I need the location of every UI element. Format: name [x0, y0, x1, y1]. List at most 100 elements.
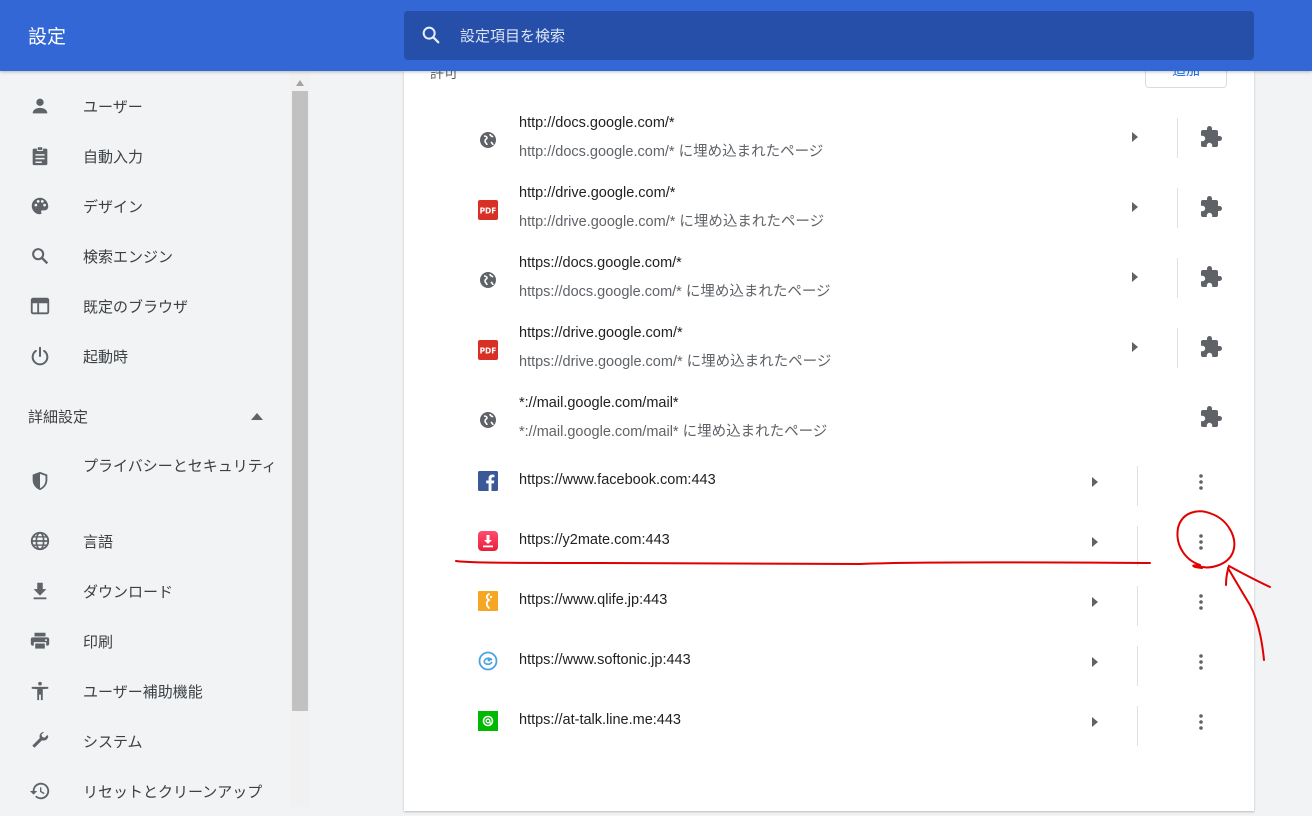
row-separator	[1137, 586, 1138, 626]
top-bar: 設定	[0, 0, 1312, 71]
wrench-icon	[32, 731, 49, 748]
row-separator	[1137, 706, 1138, 746]
palette-icon	[31, 197, 49, 215]
browser-window-icon	[30, 297, 50, 315]
list-item[interactable]: PDF http://drive.google.com/* http://dri…	[404, 176, 1254, 246]
sidebar-item-printing[interactable]: 印刷	[0, 616, 290, 666]
arrow-right-icon[interactable]	[1131, 272, 1139, 282]
restore-icon	[29, 782, 50, 800]
list-item[interactable]: PDF https://drive.google.com/* https://d…	[404, 316, 1254, 386]
facebook-icon	[478, 471, 498, 491]
more-vert-icon[interactable]	[1191, 472, 1211, 492]
arrow-right-icon[interactable]	[1091, 657, 1099, 667]
arrow-right-icon[interactable]	[1131, 202, 1139, 212]
shield-icon	[32, 471, 48, 491]
row-separator	[1177, 258, 1178, 298]
settings-search-box[interactable]	[404, 11, 1254, 60]
sidebar-item-label: ユーザー補助機能	[83, 683, 203, 701]
arrow-right-icon[interactable]	[1091, 537, 1099, 547]
row-separator	[1177, 328, 1178, 368]
content-settings-card: 許可 追加 http://docs.google.com/* http://do…	[404, 61, 1254, 811]
sidebar-item-label: 言語	[83, 533, 114, 551]
sidebar-item-downloads[interactable]: ダウンロード	[0, 566, 290, 616]
y2mate-download-icon	[478, 531, 498, 551]
advanced-section-toggle[interactable]: 詳細設定	[28, 405, 288, 429]
accessibility-icon	[31, 681, 49, 701]
svg-text:PDF: PDF	[480, 347, 497, 356]
scroll-up-arrow-icon[interactable]	[296, 80, 304, 86]
sidebar-item-accessibility[interactable]: ユーザー補助機能	[0, 666, 290, 716]
sidebar-item-label: 検索エンジン	[83, 248, 174, 266]
row-title: *://mail.google.com/mail*	[519, 395, 679, 411]
sidebar-item-label: ダウンロード	[83, 583, 174, 601]
sidebar-scrollbar[interactable]	[290, 71, 310, 807]
sidebar-item-privacy[interactable]: プライバシーとセキュリティ	[0, 456, 290, 506]
qlife-icon	[478, 591, 498, 611]
list-item[interactable]: https://at-talk.line.me:443	[404, 696, 1254, 756]
sidebar-item-label: 既定のブラウザ	[83, 298, 189, 316]
sidebar-item-user[interactable]: ユーザー	[0, 81, 290, 131]
arrow-right-icon[interactable]	[1131, 342, 1139, 352]
scroll-thumb[interactable]	[292, 91, 308, 711]
more-vert-icon[interactable]	[1191, 532, 1211, 552]
extension-puzzle-icon[interactable]	[1199, 335, 1223, 359]
sidebar-item-label: デザイン	[83, 198, 144, 216]
extension-puzzle-icon[interactable]	[1199, 265, 1223, 289]
arrow-right-icon[interactable]	[1091, 717, 1099, 727]
row-separator	[1137, 526, 1138, 566]
list-item[interactable]: http://docs.google.com/* http://docs.goo…	[404, 106, 1254, 176]
row-subtitle: http://drive.google.com/* に埋め込まれたページ	[519, 214, 825, 230]
clipboard-icon	[32, 146, 48, 166]
advanced-heading: 詳細設定	[28, 408, 89, 426]
printer-icon	[30, 632, 50, 650]
sidebar-item-languages[interactable]: 言語	[0, 516, 290, 566]
row-title: http://docs.google.com/*	[519, 115, 675, 131]
page-title: 設定	[28, 26, 67, 48]
search-input[interactable]	[460, 11, 1220, 60]
sidebar-item-autofill[interactable]: 自動入力	[0, 131, 290, 181]
row-separator	[1177, 188, 1178, 228]
more-vert-icon[interactable]	[1191, 592, 1211, 612]
globe-icon	[480, 272, 496, 288]
arrow-right-icon[interactable]	[1091, 597, 1099, 607]
list-item[interactable]: https://www.softonic.jp:443	[404, 636, 1254, 696]
sidebar-item-label: 自動入力	[83, 148, 144, 166]
arrow-right-icon[interactable]	[1091, 477, 1099, 487]
globe-icon	[480, 132, 496, 148]
list-item[interactable]: https://www.facebook.com:443	[404, 456, 1254, 516]
pdf-icon: PDF	[478, 200, 498, 220]
softonic-icon	[478, 651, 498, 671]
row-subtitle: https://drive.google.com/* に埋め込まれたページ	[519, 354, 832, 370]
globe-icon	[30, 531, 50, 551]
list-item[interactable]: https://docs.google.com/* https://docs.g…	[404, 246, 1254, 316]
row-title: https://y2mate.com:443	[519, 532, 670, 548]
list-item[interactable]: https://y2mate.com:443	[404, 516, 1254, 576]
row-subtitle: *://mail.google.com/mail* に埋め込まれたページ	[519, 424, 828, 440]
sidebar-item-label: リセットとクリーンアップ	[83, 783, 263, 801]
globe-icon	[480, 412, 496, 428]
sidebar-item-search-engine[interactable]: 検索エンジン	[0, 231, 290, 281]
caret-up-icon	[251, 413, 263, 420]
svg-text:PDF: PDF	[480, 207, 497, 216]
sidebar-item-label: システム	[83, 733, 143, 751]
row-separator	[1137, 646, 1138, 686]
row-subtitle: http://docs.google.com/* に埋め込まれたページ	[519, 144, 824, 160]
sidebar-item-appearance[interactable]: デザイン	[0, 181, 290, 231]
sidebar-item-reset[interactable]: リセットとクリーンアップ	[0, 766, 290, 816]
more-vert-icon[interactable]	[1191, 712, 1211, 732]
pdf-icon: PDF	[478, 340, 498, 360]
extension-puzzle-icon[interactable]	[1199, 125, 1223, 149]
extension-puzzle-icon[interactable]	[1199, 195, 1223, 219]
list-item[interactable]: *://mail.google.com/mail* *://mail.googl…	[404, 386, 1254, 456]
sidebar-item-label: ユーザー	[83, 98, 143, 116]
sidebar-item-on-startup[interactable]: 起動時	[0, 331, 290, 381]
row-title: https://www.qlife.jp:443	[519, 592, 668, 608]
arrow-right-icon[interactable]	[1131, 132, 1139, 142]
sidebar-item-system[interactable]: システム	[0, 716, 290, 766]
person-icon	[32, 98, 48, 114]
extension-puzzle-icon[interactable]	[1199, 405, 1223, 429]
row-subtitle: https://docs.google.com/* に埋め込まれたページ	[519, 284, 831, 300]
list-item[interactable]: https://www.qlife.jp:443	[404, 576, 1254, 636]
more-vert-icon[interactable]	[1191, 652, 1211, 672]
sidebar-item-default-browser[interactable]: 既定のブラウザ	[0, 281, 290, 331]
